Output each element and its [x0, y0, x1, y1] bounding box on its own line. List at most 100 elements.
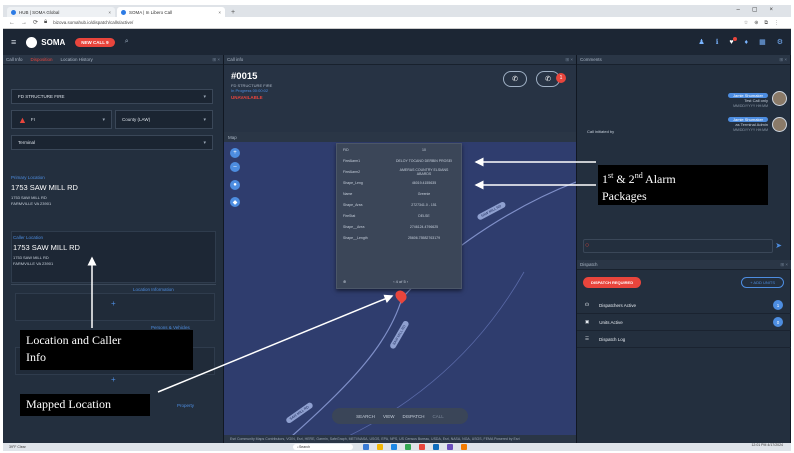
menu-icon[interactable]: ≡	[11, 37, 16, 47]
map-search-button[interactable]: SEARCH	[356, 414, 375, 419]
avatar	[772, 91, 787, 106]
zoom-to-icon[interactable]: ⊕	[343, 279, 346, 284]
system-clock[interactable]: 12:01 PM 4/17/2024	[751, 443, 783, 447]
dispatch-log-row[interactable]: ☰ Dispatch Log	[577, 331, 791, 348]
popup-field-value: DELSE	[418, 213, 430, 218]
map-attribution: Esri Community Maps Contributors, VGIN, …	[224, 435, 576, 443]
add-person-icon[interactable]: +	[111, 375, 116, 384]
zoom-in-button[interactable]: +	[230, 148, 240, 158]
call-type-select[interactable]: FD STRUCTURE FIRE ▾	[11, 89, 213, 104]
property-link[interactable]: Property	[177, 403, 194, 408]
app-icon[interactable]	[461, 444, 467, 450]
folder-icon[interactable]	[377, 444, 383, 450]
map-view-button[interactable]: VIEW	[383, 414, 395, 419]
popup-field-name: Shape__Length	[343, 235, 368, 240]
reload-icon[interactable]: ⟳	[33, 19, 38, 26]
avatar	[772, 117, 787, 132]
jurisdiction-select[interactable]: County (LAW) ▾	[115, 110, 213, 129]
edge-icon[interactable]	[391, 444, 397, 450]
chrome-icon[interactable]	[405, 444, 411, 450]
teams-icon[interactable]	[447, 444, 453, 450]
alarm-rest: Alarm	[642, 172, 676, 186]
user-icon[interactable]: ♟	[698, 38, 704, 46]
map-call-button[interactable]: CALL	[433, 414, 444, 419]
dispatch-required-button[interactable]: DISPATCH REQUIRED	[583, 277, 642, 288]
popup-field-value: DELOY TOCANO DERBIN PROSEI	[395, 158, 452, 163]
weather-widget[interactable]: 39°F Clear	[9, 445, 26, 449]
comment-meta: MM/DD/YYYY HH:MM	[733, 104, 768, 108]
panel-tools-icon[interactable]: ⊞ ×	[212, 57, 220, 63]
tab-call-info[interactable]: Call info	[227, 57, 243, 62]
info-icon[interactable]: ℹ	[716, 38, 719, 46]
call-info-panel: Call Info Disposition Location History ⊞…	[3, 55, 224, 443]
bell-icon[interactable]: ♦	[745, 39, 749, 46]
popup-row: FireStat DELSE	[337, 210, 461, 221]
window-controls[interactable]: –▢×	[736, 6, 785, 13]
windows-icon[interactable]	[363, 444, 369, 450]
call-subtitle: FD STRUCTURE FIRE In Progress 00:00:02	[231, 83, 272, 93]
chevron-down-icon: ▾	[203, 139, 206, 146]
clock-time: 12:01 PM	[751, 443, 767, 447]
new-tab-button[interactable]: +	[227, 9, 239, 17]
tab-comments[interactable]: Comments	[580, 57, 602, 62]
browser-tab-hub[interactable]: HUB | SOMA Global ×	[7, 7, 115, 17]
send-icon[interactable]: ➤	[775, 241, 782, 250]
settings-icon[interactable]: ⚙	[777, 38, 783, 46]
location-information-link[interactable]: Location Information	[133, 287, 174, 292]
forward-icon[interactable]: →	[21, 20, 27, 26]
comment-initiated-by: Call initiated by	[587, 129, 615, 134]
unavailable-status: UNAVAILABLE	[231, 95, 263, 100]
add-units-button[interactable]: + ADD UNITS	[741, 277, 784, 288]
priority-select[interactable]: ▲ FI ▾	[11, 110, 112, 129]
map-dispatch-button[interactable]: DISPATCH	[402, 414, 424, 419]
terminal-select[interactable]: Terminal ▾	[11, 135, 213, 150]
tab-dispatch[interactable]: Dispatch	[580, 262, 598, 267]
grid-icon[interactable]: ▦	[759, 38, 766, 46]
favicon-icon	[11, 9, 16, 15]
map-view[interactable]: + – ● ◆ FID 10 FireAlarm1 DELOY TOCANO DERB…	[224, 142, 576, 443]
outlook-icon[interactable]	[433, 444, 439, 450]
chevron-down-icon: ▾	[203, 93, 206, 100]
location-callout: Location and Caller Info	[20, 330, 193, 370]
priority-value: FI	[30, 117, 35, 122]
comment-input[interactable]	[583, 239, 773, 253]
url-text[interactable]: bizova.somahub.io/dispatch/calls/active/	[53, 20, 133, 25]
popup-field-name: Shape_Leng	[343, 180, 363, 185]
popup-field-value: Greenie	[417, 191, 431, 196]
panel-tools-icon[interactable]: ⊞ ×	[779, 57, 787, 63]
tab-location-history[interactable]: Location History	[61, 57, 93, 62]
popup-row: FireAlarm2 AMERAS COUNTRY ELSIANS ABARDS	[337, 166, 461, 177]
units-active-row[interactable]: ▣ Units Active 0	[577, 314, 791, 331]
panel-tools-icon[interactable]: ⊞ ×	[565, 57, 573, 63]
close-icon[interactable]: ×	[218, 10, 221, 15]
browser-toolbar-icons[interactable]: ☆⊕⧉⋮	[744, 20, 785, 26]
zoom-out-button[interactable]: –	[230, 162, 240, 172]
phone-button[interactable]: ✆	[503, 71, 527, 87]
new-call-button[interactable]: NEW CALL 9	[75, 37, 115, 47]
panel-tools-icon[interactable]: ⊞ ×	[780, 262, 788, 268]
add-location-info-icon[interactable]: +	[111, 299, 116, 308]
alarm-line2: Packages	[602, 189, 647, 203]
taskbar-search[interactable]: ⌕ Search	[293, 444, 353, 450]
address-bar[interactable]: ← → ⟳ 🔒︎ bizova.somahub.io/dispatch/call…	[3, 17, 791, 29]
layers-button[interactable]: ◆	[230, 197, 240, 207]
app-icon[interactable]	[419, 444, 425, 450]
tab-call-info[interactable]: Call Info	[6, 57, 23, 62]
record-icon[interactable]: ○	[585, 242, 589, 249]
browser-tab-label: SOMA | In Libero Call	[129, 9, 173, 15]
dispatchers-active-row[interactable]: ☊ Dispatchers Active 1	[577, 297, 791, 314]
tab-map[interactable]: Map	[228, 135, 237, 140]
row-label: Units Active	[599, 319, 623, 325]
search-icon[interactable]: ⌕	[125, 38, 129, 46]
warning-icon: ▲	[18, 114, 27, 125]
browser-tab-soma[interactable]: SOMA | In Libero Call ×	[117, 7, 225, 17]
row-label: Dispatchers Active	[599, 302, 637, 308]
close-icon[interactable]: ×	[108, 10, 111, 15]
browser-tab-label: HUB | SOMA Global	[19, 9, 60, 15]
map-tab-bar: Map	[224, 132, 576, 142]
notification-icon[interactable]: ♥	[729, 36, 737, 46]
back-icon[interactable]: ←	[9, 20, 15, 26]
locate-button[interactable]: ●	[230, 180, 240, 190]
alarm-mid: & 2	[613, 172, 635, 186]
tab-disposition[interactable]: Disposition	[31, 57, 53, 62]
